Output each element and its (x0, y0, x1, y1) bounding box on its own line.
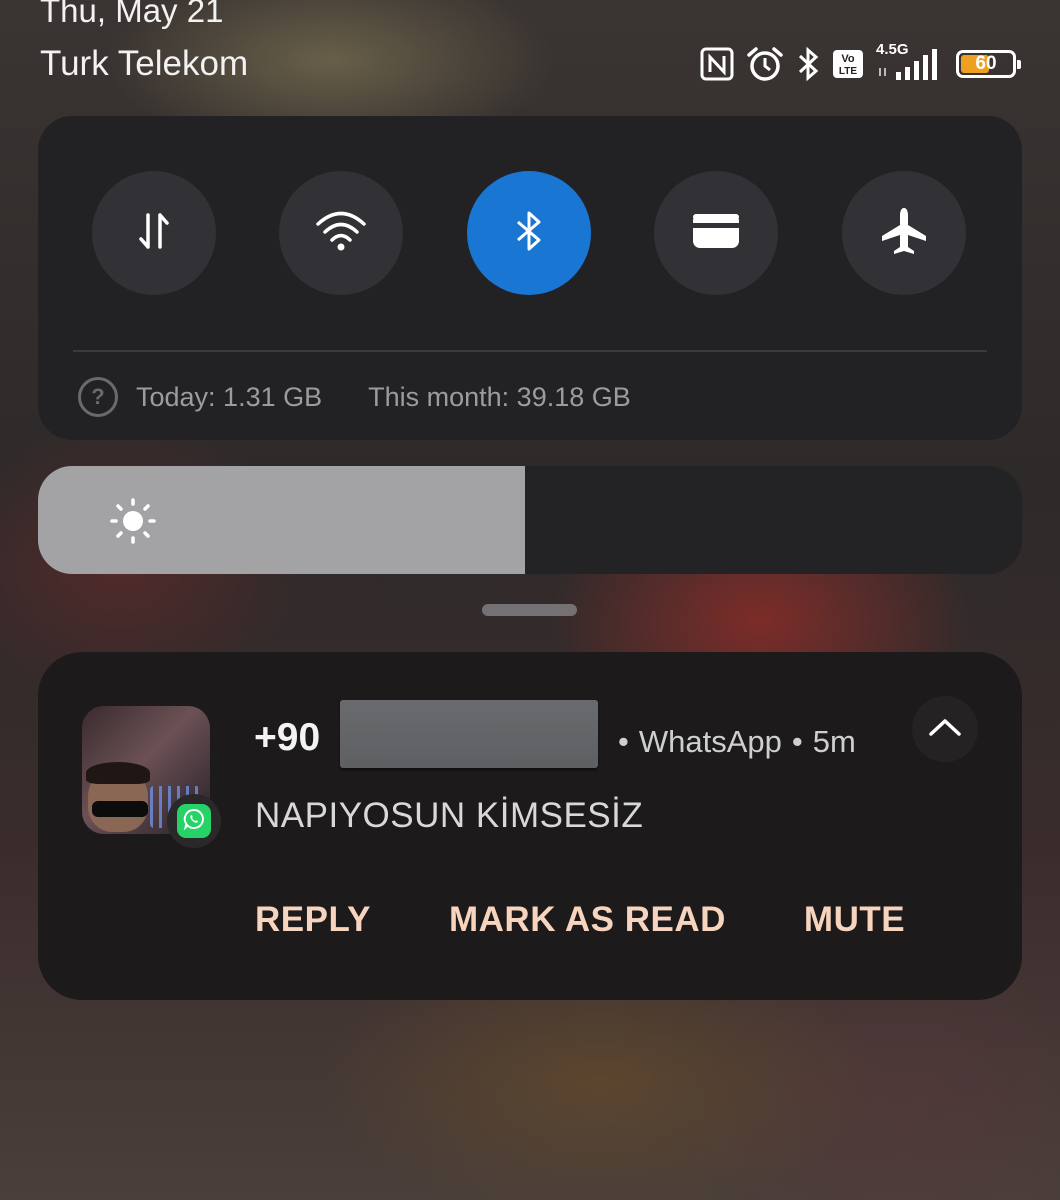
status-icons: Vo LTE 4.5G 60 (700, 42, 1021, 84)
quick-settings-panel: ? Today: 1.31 GB This month: 39.18 GB (38, 116, 1022, 440)
mark-as-read-button[interactable]: MARK AS READ (449, 900, 726, 940)
drag-handle[interactable] (482, 604, 577, 616)
bluetooth-status-icon (796, 46, 820, 82)
data-usage-row: ? Today: 1.31 GB This month: 39.18 GB (78, 376, 631, 418)
battery-percent: 60 (975, 53, 997, 74)
airplane-icon (880, 206, 928, 261)
battery-tip (1017, 60, 1021, 69)
battery-icon: 60 (956, 50, 1021, 78)
alarm-icon (746, 46, 784, 82)
notification-time: 5m (812, 724, 856, 759)
svg-text:LTE: LTE (839, 66, 857, 77)
toggle-card[interactable] (654, 171, 778, 295)
collapse-button[interactable] (912, 696, 978, 762)
status-date: Thu, May 21 (40, 0, 224, 29)
usage-today: Today: 1.31 GB (136, 381, 323, 412)
toggle-wifi[interactable] (279, 171, 403, 295)
usage-month: This month: 39.18 GB (368, 381, 631, 412)
svg-text:Vo: Vo (841, 53, 855, 65)
signal-icon: 4.5G (876, 42, 944, 82)
notification-meta: • WhatsApp • 5m (618, 724, 856, 760)
brightness-slider[interactable] (38, 466, 1022, 574)
sun-icon (110, 498, 156, 549)
chevron-up-icon (928, 717, 962, 742)
notification-app: WhatsApp (638, 724, 782, 759)
whatsapp-notification[interactable]: +90 • WhatsApp • 5m NAPIYOSUN KİMSESİZ R… (38, 652, 1022, 1000)
redacted-phone-number (340, 700, 598, 768)
data-transfer-icon (132, 209, 176, 258)
reply-button[interactable]: REPLY (255, 900, 371, 940)
network-type-label: 4.5G (876, 41, 909, 58)
wifi-icon (315, 209, 367, 258)
volte-icon: Vo LTE (832, 49, 864, 79)
meta-separator: • (791, 724, 803, 759)
toggle-bluetooth[interactable] (467, 171, 591, 295)
notification-sender: +90 (254, 716, 321, 759)
bluetooth-icon (511, 208, 547, 259)
card-icon (691, 211, 741, 256)
toggle-mobile-data[interactable] (92, 171, 216, 295)
panel-divider (73, 350, 987, 352)
nfc-icon (700, 47, 734, 81)
meta-separator: • (618, 724, 629, 759)
toggle-airplane-mode[interactable] (842, 171, 966, 295)
whatsapp-icon (182, 807, 206, 836)
mute-button[interactable]: MUTE (804, 900, 905, 940)
whatsapp-badge (167, 794, 221, 848)
notification-message: NAPIYOSUN KİMSESİZ (255, 796, 644, 835)
help-icon[interactable]: ? (78, 377, 118, 417)
notification-actions: REPLY MARK AS READ MUTE (255, 900, 905, 940)
carrier-name: Turk Telekom (40, 44, 249, 83)
